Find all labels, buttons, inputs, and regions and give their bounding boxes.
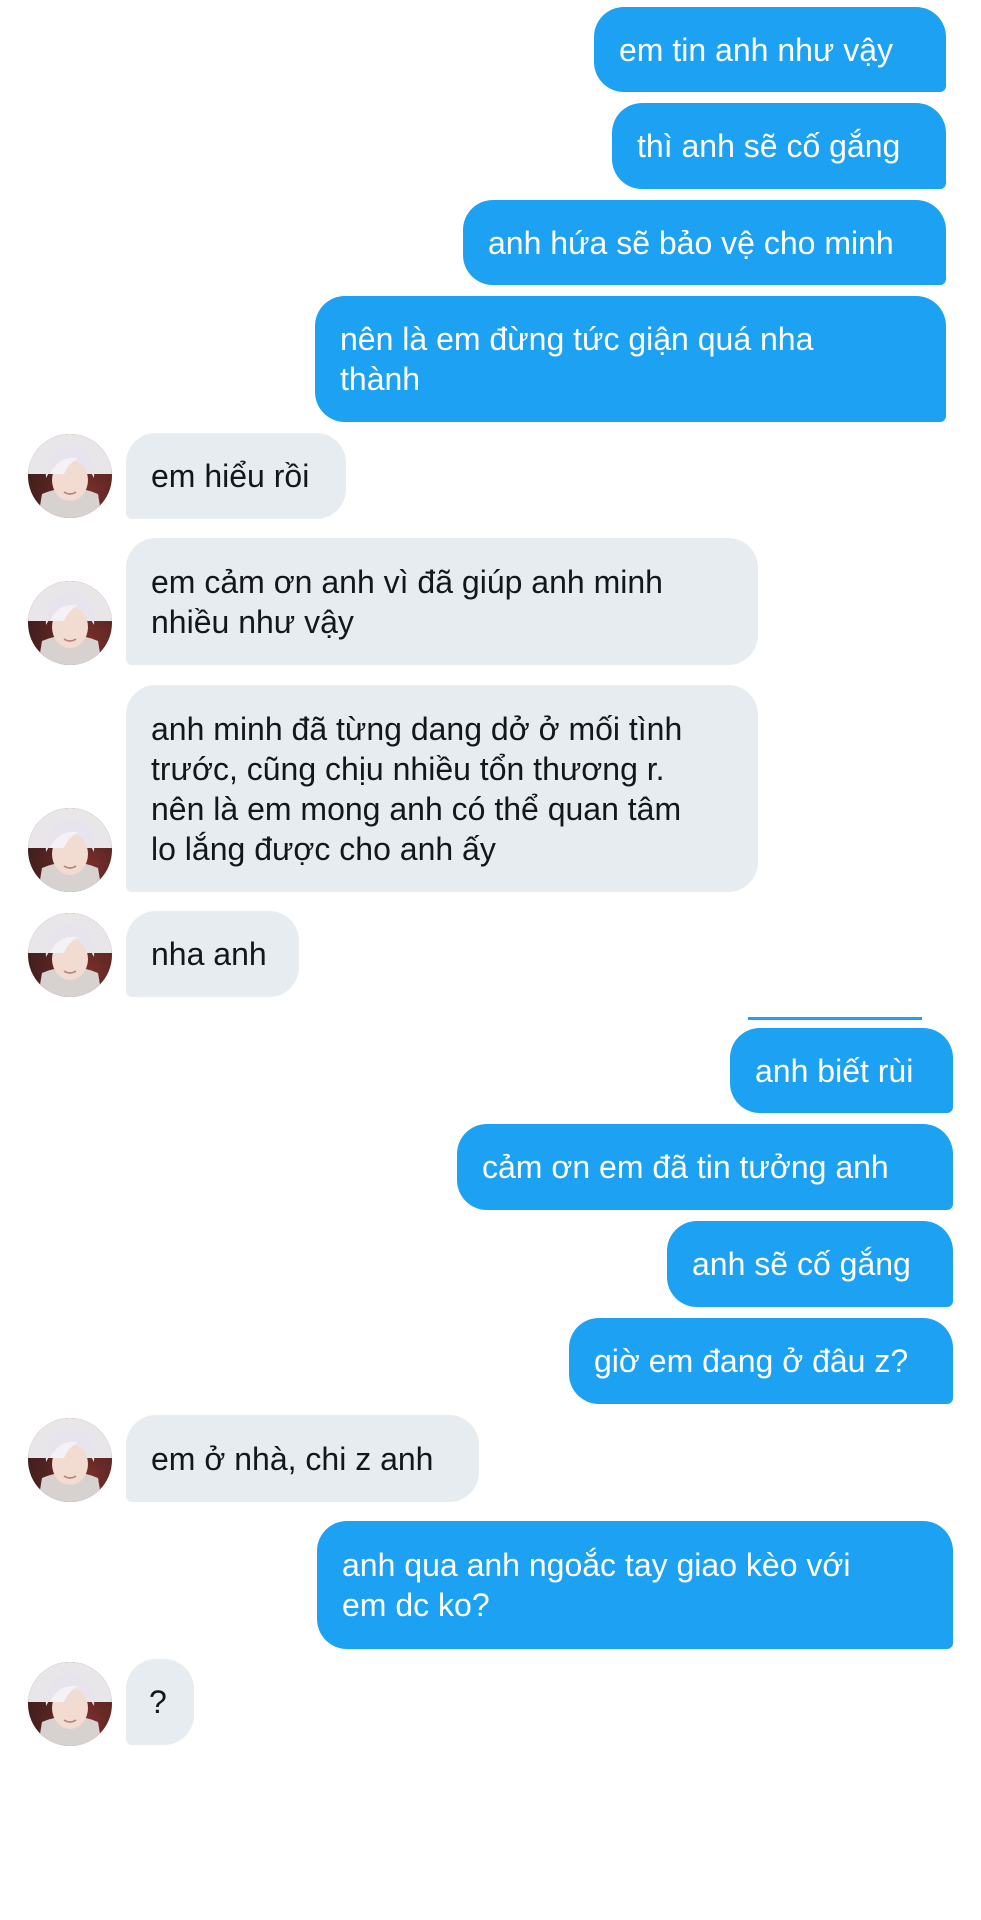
message-bubble-outgoing[interactable]: cảm ơn em đã tin tưởng anh: [457, 1124, 953, 1210]
message-bubble-outgoing[interactable]: anh qua anh ngoắc tay giao kèo với em dc…: [317, 1521, 953, 1649]
message-bubble-incoming[interactable]: em hiểu rồi: [126, 433, 346, 519]
message-bubble-incoming[interactable]: nha anh: [126, 911, 299, 997]
contact-avatar[interactable]: [28, 1418, 112, 1502]
message-bubble-incoming[interactable]: em ở nhà, chi z anh: [126, 1415, 479, 1502]
contact-avatar[interactable]: [28, 581, 112, 665]
message-bubble-outgoing[interactable]: anh biết rùi: [730, 1028, 953, 1113]
message-bubble-outgoing[interactable]: nên là em đừng tức giận quá nha thành: [315, 296, 946, 422]
message-bubble-incoming[interactable]: ?: [126, 1659, 194, 1745]
message-bubble-incoming[interactable]: em cảm ơn anh vì đã giúp anh minh nhiều …: [126, 538, 758, 665]
message-bubble-incoming[interactable]: anh minh đã từng dang dở ở mối tình trướ…: [126, 685, 758, 892]
message-bubble-outgoing[interactable]: anh hứa sẽ bảo vệ cho minh: [463, 200, 946, 285]
message-bubble-outgoing[interactable]: em tin anh như vậy: [594, 7, 946, 92]
message-bubble-outgoing[interactable]: giờ em đang ở đâu z?: [569, 1318, 953, 1404]
contact-avatar[interactable]: [28, 1662, 112, 1746]
contact-avatar[interactable]: [28, 913, 112, 997]
message-bubble-outgoing[interactable]: anh sẽ cố gắng: [667, 1221, 953, 1307]
contact-avatar[interactable]: [28, 808, 112, 892]
contact-avatar[interactable]: [28, 434, 112, 518]
message-bubble-outgoing[interactable]: thì anh sẽ cố gắng: [612, 103, 946, 189]
message-divider: [748, 1017, 922, 1020]
